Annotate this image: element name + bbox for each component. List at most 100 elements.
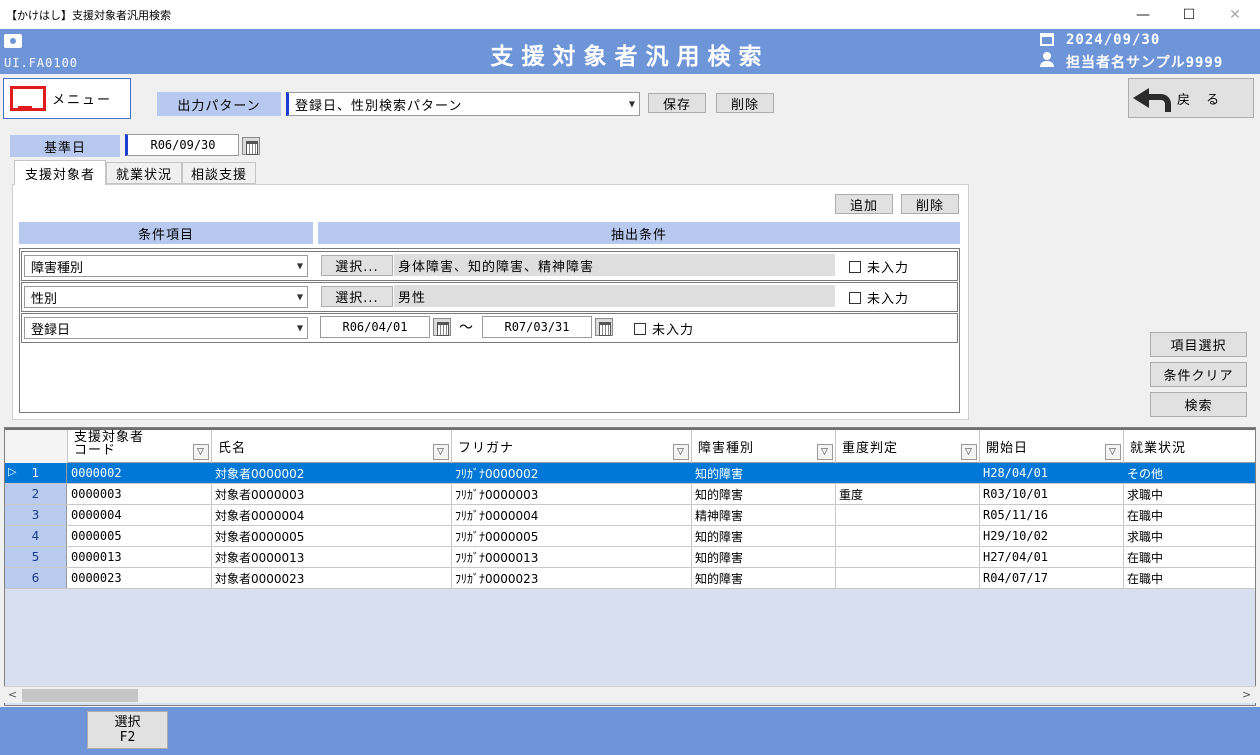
back-arrow-icon — [1133, 86, 1171, 112]
col-name[interactable]: 氏名 ▽ — [212, 430, 452, 463]
col-start[interactable]: 開始日 ▽ — [980, 430, 1124, 463]
checkbox-box — [849, 260, 861, 273]
cell-type: 精神障害 — [692, 505, 836, 525]
scroll-right-icon[interactable]: > — [1242, 688, 1251, 701]
minimize-button[interactable]: — — [1120, 0, 1166, 29]
cell-start: H29/10/02 — [980, 526, 1124, 546]
row-number[interactable]: 2 — [5, 484, 67, 504]
close-button[interactable]: ✕ — [1212, 0, 1258, 29]
window-titlebar: 【かけはし】支援対象者汎用検索 — ☐ ✕ — [0, 0, 1260, 29]
chevron-down-icon[interactable]: ▽ — [1105, 444, 1121, 460]
cell-severe — [836, 547, 980, 567]
cell-name: 対象者0000003 — [212, 484, 452, 504]
select-key: F2 — [119, 730, 136, 745]
range-tilde: ～ — [459, 320, 473, 336]
col-kana[interactable]: フリガナ ▽ — [452, 430, 692, 463]
back-button[interactable]: 戻 る — [1128, 78, 1254, 118]
scroll-thumb[interactable] — [22, 689, 138, 702]
table-row[interactable]: 2 0000003 対象者0000003 ﾌﾘｶﾞﾅ0000003 知的障害 重度 R03/… — [5, 484, 1255, 505]
condition-select-button[interactable]: 選択... — [321, 255, 393, 276]
cell-start: R04/07/17 — [980, 568, 1124, 588]
cell-kana: ﾌﾘｶﾞﾅ0000002 — [452, 463, 692, 483]
cell-kana: ﾌﾘｶﾞﾅ0000004 — [452, 505, 692, 525]
maximize-button[interactable]: ☐ — [1166, 0, 1212, 29]
table-row[interactable]: 3 0000004 対象者0000004 ﾌﾘｶﾞﾅ0000004 精神障害 R05/11… — [5, 505, 1255, 526]
cell-severe: 重度 — [836, 484, 980, 504]
delete-condition-button[interactable]: 削除 — [901, 194, 959, 214]
calendar-icon[interactable] — [242, 137, 260, 155]
row-number[interactable]: 4 — [5, 526, 67, 546]
empty-checkbox[interactable]: 未入力 — [849, 257, 909, 276]
col-severe[interactable]: 重度判定 ▽ — [836, 430, 980, 463]
search-button[interactable]: 検索 — [1150, 392, 1247, 417]
clear-conditions-button[interactable]: 条件クリア — [1150, 362, 1247, 387]
select-label: 選択 — [114, 715, 141, 730]
cell-kana: ﾌﾘｶﾞﾅ0000013 — [452, 547, 692, 567]
table-row[interactable]: 6 0000023 対象者0000023 ﾌﾘｶﾞﾅ0000023 知的障害 R04/07… — [5, 568, 1255, 589]
row-number[interactable]: 5 — [5, 547, 67, 567]
window-title: 【かけはし】支援対象者汎用検索 — [6, 9, 171, 22]
chevron-down-icon: ▼ — [296, 292, 303, 302]
condition-select-button[interactable]: 選択... — [321, 286, 393, 307]
tab-consultation[interactable]: 相談支援 — [182, 162, 256, 184]
scroll-left-icon[interactable]: < — [8, 688, 17, 701]
row-number[interactable]: 3 — [5, 505, 67, 525]
select-f2-button[interactable]: 選択 F2 — [87, 711, 168, 749]
cell-kana: ﾌﾘｶﾞﾅ0000023 — [452, 568, 692, 588]
chevron-down-icon: ▼ — [296, 323, 303, 333]
pattern-select[interactable]: 登録日、性別検索パターン ▼ — [286, 92, 640, 116]
col-code[interactable]: 支援対象者 コード ▽ — [68, 430, 212, 463]
tab-employment[interactable]: 就業状況 — [106, 162, 182, 184]
calendar-icon[interactable] — [433, 318, 451, 336]
item-select-button[interactable]: 項目選択 — [1150, 332, 1247, 357]
cell-start: R05/11/16 — [980, 505, 1124, 525]
horizontal-scrollbar[interactable]: < > — [4, 686, 1256, 703]
empty-checkbox[interactable]: 未入力 — [634, 319, 694, 338]
cell-severe — [836, 526, 980, 546]
back-label: 戻 る — [1177, 92, 1226, 108]
chevron-down-icon[interactable]: ▽ — [961, 444, 977, 460]
chevron-down-icon: ▼ — [628, 99, 635, 109]
cell-name: 対象者0000002 — [212, 463, 452, 483]
cell-type: 知的障害 — [692, 568, 836, 588]
empty-checkbox[interactable]: 未入力 — [849, 288, 909, 307]
date-from-input[interactable]: R06/04/01 — [320, 316, 430, 338]
cell-status: 在職中 — [1124, 547, 1255, 567]
save-button[interactable]: 保存 — [648, 93, 706, 113]
cell-type: 知的障害 — [692, 463, 836, 483]
cell-code: 0000013 — [68, 547, 212, 567]
tab-support-target[interactable]: 支援対象者 — [14, 160, 106, 185]
empty-label: 未入力 — [867, 261, 910, 276]
table-row[interactable]: 4 0000005 対象者0000005 ﾌﾘｶﾞﾅ0000005 知的障害 H29/10… — [5, 526, 1255, 547]
condition-item-select[interactable]: 登録日 ▼ — [24, 317, 308, 339]
calendar-icon[interactable] — [595, 318, 613, 336]
table-row[interactable]: 1 ▷ 0000002 対象者0000002 ﾌﾘｶﾞﾅ0000002 知的障害 H28/0… — [5, 463, 1255, 484]
condition-item-select[interactable]: 障害種別 ▼ — [24, 255, 308, 277]
base-date-input[interactable]: R06/09/30 — [125, 134, 239, 156]
cell-type: 知的障害 — [692, 484, 836, 504]
cell-status: その他 — [1124, 463, 1255, 483]
pattern-delete-button[interactable]: 削除 — [716, 93, 774, 113]
chevron-down-icon[interactable]: ▽ — [817, 444, 833, 460]
pattern-value: 登録日、性別検索パターン — [295, 98, 463, 114]
cell-name: 対象者0000004 — [212, 505, 452, 525]
cell-code: 0000003 — [68, 484, 212, 504]
cell-code: 0000004 — [68, 505, 212, 525]
checkbox-box — [634, 322, 646, 335]
cell-severe — [836, 505, 980, 525]
date-to-input[interactable]: R07/03/31 — [482, 316, 592, 338]
col-type[interactable]: 障害種別 ▽ — [692, 430, 836, 463]
grid-corner — [5, 430, 68, 463]
chevron-down-icon[interactable]: ▽ — [673, 444, 689, 460]
table-row[interactable]: 5 0000013 対象者0000013 ﾌﾘｶﾞﾅ0000013 知的障害 H27/04… — [5, 547, 1255, 568]
row-number[interactable]: 6 — [5, 568, 67, 588]
cell-severe — [836, 463, 980, 483]
chevron-down-icon[interactable]: ▽ — [433, 444, 449, 460]
chevron-down-icon[interactable]: ▽ — [193, 444, 209, 460]
condition-item-select[interactable]: 性別 ▼ — [24, 286, 308, 308]
add-condition-button[interactable]: 追加 — [835, 194, 893, 214]
col-name-label: 氏名 — [218, 441, 247, 456]
menu-button[interactable]: メニュー — [3, 78, 131, 119]
empty-label: 未入力 — [867, 292, 910, 307]
col-status[interactable]: 就業状況 — [1124, 430, 1255, 463]
